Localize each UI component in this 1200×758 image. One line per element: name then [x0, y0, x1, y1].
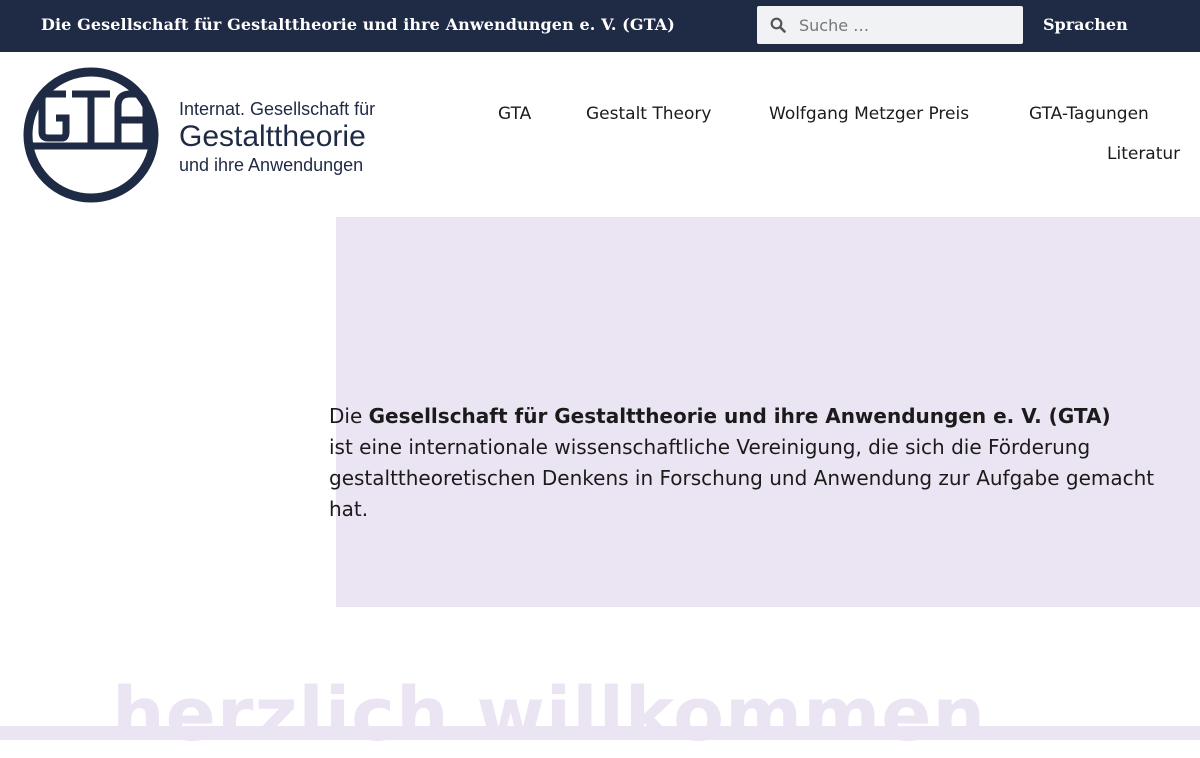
- search-box[interactable]: [757, 6, 1023, 44]
- intro-prefix: Die: [329, 404, 369, 428]
- nav-item-literatur[interactable]: Literatur: [1107, 144, 1180, 164]
- nav-item-gta[interactable]: GTA: [498, 104, 531, 124]
- site-title[interactable]: Die Gesellschaft für Gestalttheorie und …: [41, 15, 675, 34]
- welcome-heading: herzlich willkommen: [112, 672, 987, 758]
- logo-line-2: Gestalttheorie: [179, 120, 366, 153]
- intro-rest: ist eine internationale wissenschaftlich…: [329, 435, 1155, 521]
- search-icon[interactable]: [769, 16, 787, 34]
- nav-item-wolfgang-metzger-preis[interactable]: Wolfgang Metzger Preis: [769, 104, 969, 124]
- search-input[interactable]: [797, 14, 1011, 36]
- logo-text[interactable]: Internat. Gesellschaft für Gestalttheori…: [179, 98, 375, 176]
- nav-item-gta-tagungen[interactable]: GTA-Tagungen: [1029, 104, 1149, 124]
- bottom-band: [0, 726, 1200, 740]
- top-bar: Die Gesellschaft für Gestalttheorie und …: [0, 0, 1200, 52]
- intro-text: Die Gesellschaft für Gestalttheorie und …: [329, 401, 1179, 525]
- intro-bold: Gesellschaft für Gestalttheorie und ihre…: [368, 404, 1111, 428]
- gta-logo[interactable]: [22, 66, 162, 206]
- logo-line-3: und ihre Anwendungen: [179, 155, 364, 175]
- logo-line-1: Internat. Gesellschaft für: [179, 99, 376, 119]
- language-menu[interactable]: Sprachen: [1043, 15, 1128, 34]
- nav-item-gestalt-theory[interactable]: Gestalt Theory: [586, 104, 711, 124]
